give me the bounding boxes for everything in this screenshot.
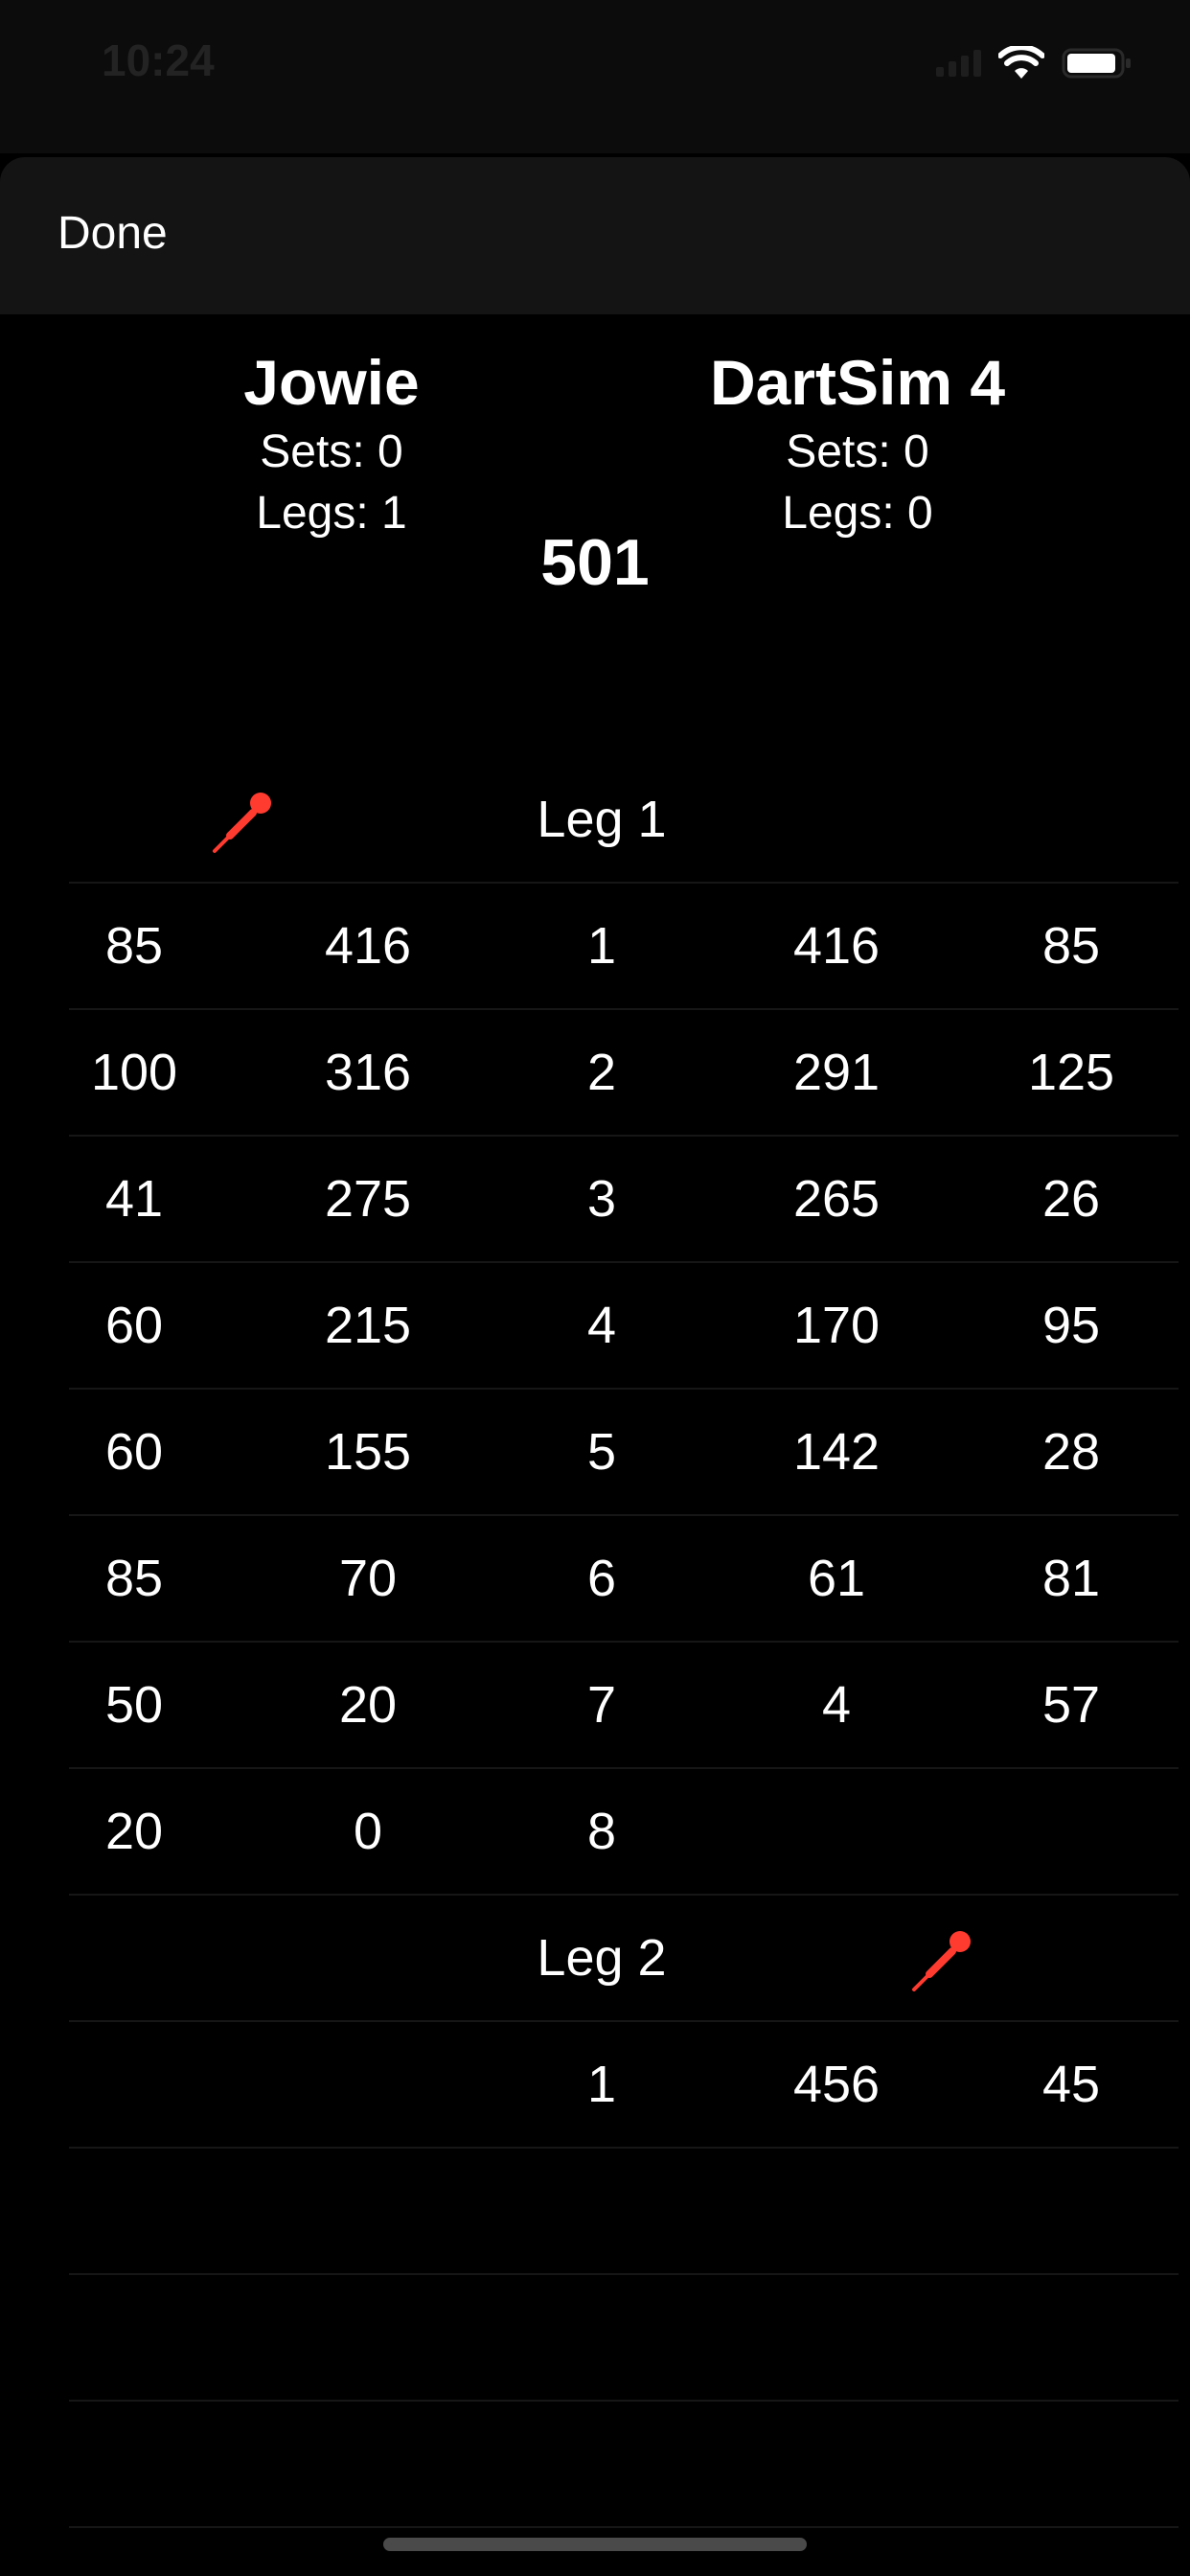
right-score-cell: 57	[1041, 1676, 1101, 1734]
right-remaining-cell: 291	[792, 1044, 881, 1101]
right-score-cell: 95	[1041, 1297, 1101, 1354]
status-time: 10:24	[102, 35, 215, 85]
table-row: 85 416 1 416 85	[69, 884, 1179, 1010]
player-right: DartSim 4 Sets: 0 Legs: 0	[589, 343, 1126, 544]
left-score-cell	[19, 2022, 249, 2147]
table-row: 100 316 2 291 125	[69, 1010, 1179, 1137]
table-row: 60 215 4 170 95	[69, 1263, 1179, 1390]
right-score-cell: 81	[1041, 1550, 1101, 1607]
left-remaining-cell: 416	[324, 917, 412, 975]
left-remaining-cell: 215	[324, 1297, 412, 1354]
home-indicator[interactable]	[383, 2538, 807, 2551]
table-row: 1 456 45	[69, 2022, 1179, 2149]
left-score-cell: 60	[104, 1423, 164, 1481]
round-number-cell: 5	[586, 1423, 617, 1481]
empty-row	[69, 2402, 1179, 2528]
right-remaining-cell: 265	[792, 1170, 881, 1228]
leg-header: Leg 2	[69, 1896, 1179, 2022]
table-row: 41 275 3 265 26	[69, 1137, 1179, 1263]
left-score-cell: 85	[104, 1550, 164, 1607]
leg-label: Leg 2	[537, 1929, 667, 1987]
empty-row	[69, 2149, 1179, 2275]
table-row: 60 155 5 142 28	[69, 1390, 1179, 1516]
right-score-cell: 125	[1027, 1044, 1115, 1101]
left-score-cell: 85	[104, 917, 164, 975]
player-name: DartSim 4	[709, 347, 1006, 418]
dart-icon	[912, 1931, 971, 1991]
right-remaining-cell: 142	[792, 1423, 881, 1481]
left-remaining-cell: 275	[324, 1170, 412, 1228]
battery-icon	[1062, 48, 1131, 79]
round-number-cell: 8	[586, 1803, 617, 1860]
right-score-cell: 26	[1041, 1170, 1101, 1228]
nav-bar: Done	[0, 157, 1190, 314]
left-remaining-cell: 0	[353, 1803, 383, 1860]
table-row: 20 0 8	[69, 1769, 1179, 1896]
round-number-cell: 6	[586, 1550, 617, 1607]
player-name: Jowie	[243, 347, 420, 418]
left-remaining-cell: 70	[338, 1550, 398, 1607]
score-table: Leg 1 85 416 1 416 85 100 316 2 291 125 …	[69, 757, 1179, 2528]
signal-icon	[936, 50, 981, 77]
right-remaining-cell	[721, 1769, 951, 1894]
right-score-cell	[956, 1769, 1186, 1894]
table-row: 85 70 6 61 81	[69, 1516, 1179, 1643]
round-number-cell: 7	[586, 1676, 617, 1734]
round-number-cell: 4	[586, 1297, 617, 1354]
round-number-cell: 1	[586, 2056, 617, 2113]
right-remaining-cell: 416	[792, 917, 881, 975]
wifi-icon	[998, 46, 1044, 79]
right-score-cell: 85	[1041, 917, 1101, 975]
left-score-cell: 50	[104, 1676, 164, 1734]
done-button[interactable]: Done	[57, 207, 168, 260]
player-sets: Sets: 0	[260, 426, 403, 477]
right-remaining-cell: 61	[807, 1550, 866, 1607]
empty-row	[69, 2275, 1179, 2402]
game-mode-label: 501	[540, 526, 650, 599]
player-sets: Sets: 0	[786, 426, 929, 477]
right-remaining-cell: 456	[792, 2056, 881, 2113]
right-score-cell: 28	[1041, 1423, 1101, 1481]
table-row: 50 20 7 4 57	[69, 1643, 1179, 1769]
leg-label: Leg 1	[537, 791, 667, 848]
status-bar: 10:24	[0, 0, 1190, 153]
left-remaining-cell: 155	[324, 1423, 412, 1481]
left-remaining-cell: 20	[338, 1676, 398, 1734]
leg-header: Leg 1	[69, 757, 1179, 884]
left-remaining-cell: 316	[324, 1044, 412, 1101]
round-number-cell: 2	[586, 1044, 617, 1101]
scoresheet-modal: Done Jowie Sets: 0 Legs: 1 DartSim 4 Set…	[0, 157, 1190, 2576]
dart-icon	[213, 793, 271, 853]
round-number-cell: 1	[586, 917, 617, 975]
left-score-cell: 20	[104, 1803, 164, 1860]
status-icons	[936, 44, 1133, 82]
right-score-cell: 45	[1041, 2056, 1101, 2113]
left-score-cell: 41	[104, 1170, 164, 1228]
round-number-cell: 3	[586, 1170, 617, 1228]
left-remaining-cell	[253, 2022, 483, 2147]
right-remaining-cell: 170	[792, 1297, 881, 1354]
right-remaining-cell: 4	[821, 1676, 852, 1734]
left-score-cell: 100	[90, 1044, 178, 1101]
player-left: Jowie Sets: 0 Legs: 1	[63, 343, 600, 544]
left-score-cell: 60	[104, 1297, 164, 1354]
